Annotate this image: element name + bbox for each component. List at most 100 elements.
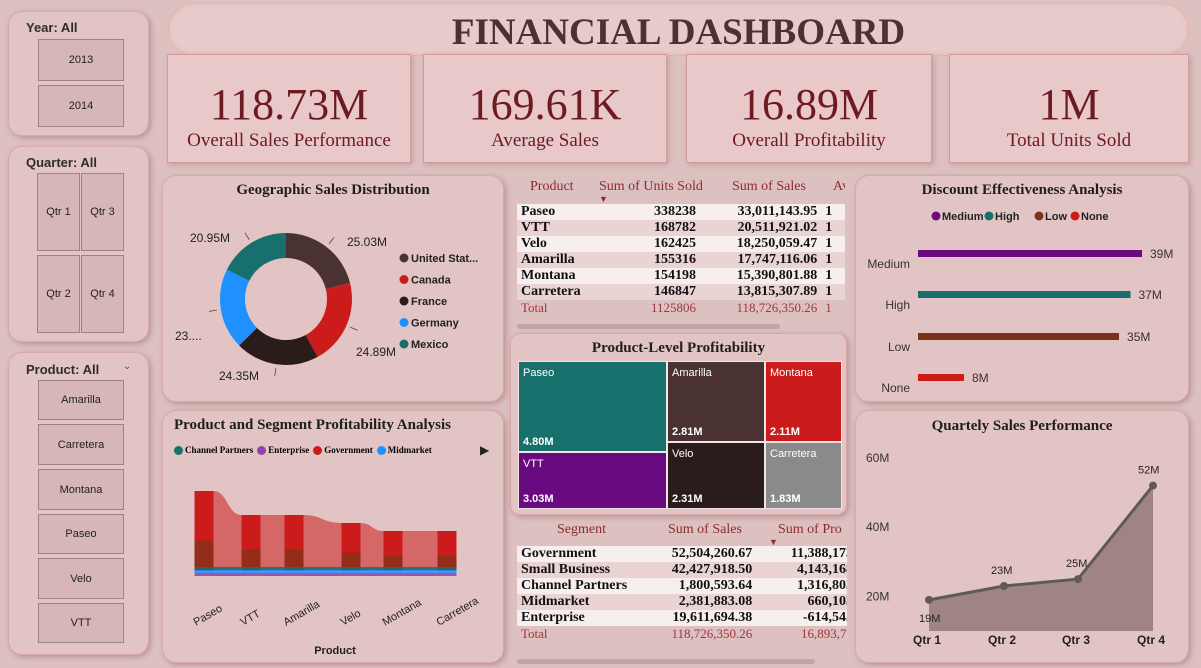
product-option-vtt[interactable]: VTT	[38, 603, 124, 643]
column-header-profit[interactable]: Sum of Pro	[778, 522, 842, 538]
donut-slice[interactable]	[286, 233, 351, 290]
legend-marker	[399, 275, 409, 284]
data-point[interactable]	[1149, 481, 1157, 490]
table-cell: 1	[825, 284, 833, 299]
table-cell: Paseo	[521, 204, 556, 219]
donut-slice[interactable]	[305, 282, 352, 357]
bar[interactable]	[918, 374, 964, 381]
data-point[interactable]	[1074, 575, 1082, 584]
bar[interactable]	[918, 291, 1131, 298]
treemap-tile[interactable]: Velo 2.31M	[667, 442, 765, 509]
table-row[interactable]: Small Business 42,427,918.50 4,143,168	[517, 562, 847, 578]
product-option-montana[interactable]: Montana	[38, 469, 124, 510]
horizontal-scrollbar[interactable]	[517, 659, 815, 664]
quarter-option-qtr4[interactable]: Qtr 4	[81, 255, 124, 333]
quarter-option-qtr3[interactable]: Qtr 3	[81, 173, 124, 251]
data-table: Paseo 338238 33,011,143.95 1 VTT 168782 20,511…	[517, 204, 845, 316]
x-tick-label: Qtr 4	[1137, 633, 1165, 647]
legend-marker	[399, 253, 409, 263]
tile-label: Carretera	[770, 448, 817, 460]
table-cell: 13,815,307.89	[736, 284, 818, 299]
column-header-sales[interactable]: Sum of Sales	[668, 522, 742, 538]
donut-slice[interactable]	[226, 233, 286, 281]
y-tick-label: 60M	[866, 451, 889, 465]
table-row[interactable]: Enterprise 19,611,694.38 -614,545	[517, 610, 847, 626]
table-row[interactable]: Midmarket 2,381,883.08 660,103	[517, 594, 847, 610]
data-label: 25M	[1066, 558, 1087, 570]
column-header-units[interactable]: Sum of Units Sold	[599, 179, 703, 195]
tile-label: Velo	[672, 448, 694, 460]
table-cell: 154198	[653, 268, 696, 283]
quarter-option-qtr2[interactable]: Qtr 2	[37, 255, 80, 333]
ribbon-column-segment[interactable]	[194, 540, 214, 571]
table-row[interactable]: Government 52,504,260.67 11,388,173	[517, 546, 847, 562]
table-cell: 1	[825, 236, 833, 251]
x-tick-label: Paseo	[192, 603, 225, 629]
treemap-tile[interactable]: Amarilla 2.81M	[667, 361, 765, 442]
product-option-velo[interactable]: Velo	[38, 558, 124, 599]
tile-value: 1.83M	[770, 493, 801, 505]
table-cell: 1	[825, 252, 833, 267]
table-cell: 1	[825, 220, 833, 235]
ribbon-chart: Paseo VTT Amarilla Velo Montana Carretera Prod…	[192, 491, 481, 657]
chevron-down-icon[interactable]: ⌄	[123, 361, 131, 372]
data-point[interactable]	[925, 595, 933, 604]
leader-line	[208, 309, 217, 312]
treemap-tile[interactable]: VTT 3.03M	[518, 452, 667, 509]
table-cell: 19,611,694.38	[672, 610, 753, 625]
table-cell: 118,726,350.26	[671, 626, 753, 641]
treemap-tile[interactable]: Paseo 4.80M	[518, 361, 667, 452]
column-header-avg[interactable]: Av	[833, 179, 845, 195]
legend-label: Low	[1045, 211, 1067, 223]
donut-chart: 25.03M 24.89M 24.35M 23.... 20.95M United Sta…	[175, 231, 478, 383]
ribbon	[402, 531, 438, 571]
treemap-tile[interactable]: Carretera 1.83M	[765, 442, 842, 509]
axis-label: Low	[888, 340, 910, 354]
data-label: 20.95M	[190, 231, 230, 245]
table-cell: Total	[521, 626, 548, 641]
column-header-product[interactable]: Product	[530, 179, 574, 195]
x-tick-label: Amarilla	[282, 598, 323, 629]
data-label: 24.35M	[219, 369, 259, 383]
table-row[interactable]: Carretera 146847 13,815,307.89 1	[517, 284, 845, 300]
data-label: 25.03M	[347, 235, 387, 249]
bar[interactable]	[918, 333, 1120, 340]
data-label: 35M	[1127, 330, 1150, 344]
segment-table-body: Government 52,504,260.67 11,388,173 Small B…	[517, 546, 847, 642]
tile-value: 2.81M	[672, 426, 703, 438]
product-option-paseo[interactable]: Paseo	[38, 514, 124, 554]
ribbon	[303, 515, 342, 571]
quarter-option-qtr1[interactable]: Qtr 1	[37, 173, 80, 251]
table-row[interactable]: Montana 154198 15,390,801.88 1	[517, 268, 845, 284]
table-cell: 1125806	[650, 300, 696, 315]
product-option-carretera[interactable]: Carretera	[38, 424, 124, 465]
table-total-row[interactable]: Total 1125806 118,726,350.26 1	[517, 300, 845, 316]
sort-desc-icon[interactable]: ▼	[599, 194, 608, 204]
table-cell: 1	[825, 268, 833, 283]
x-tick-label: Velo	[339, 607, 364, 628]
table-cell: 4,143,168	[797, 562, 847, 577]
axis-label: None	[881, 381, 910, 395]
product-option-amarilla[interactable]: Amarilla	[38, 380, 124, 420]
table-cell: Total	[521, 300, 548, 315]
table-row[interactable]: Paseo 338238 33,011,143.95 1	[517, 204, 845, 220]
bar[interactable]	[918, 250, 1142, 257]
table-row[interactable]: Velo 162425 18,250,059.47 1	[517, 236, 845, 252]
data-label: 23....	[175, 329, 202, 343]
column-header-segment[interactable]: Segment	[557, 522, 606, 538]
product-slicer: Product: All ⌄ Amarilla Carretera Montan…	[8, 352, 149, 655]
table-row[interactable]: Amarilla 155316 17,747,116.06 1	[517, 252, 845, 268]
table-total-row[interactable]: Total 118,726,350.26 16,893,70	[517, 626, 847, 642]
treemap-tile[interactable]: Montana 2.11M	[765, 361, 842, 442]
tile-label: VTT	[523, 458, 544, 470]
tile-label: Paseo	[523, 367, 555, 379]
year-option-2014[interactable]: 2014	[38, 85, 124, 127]
table-row[interactable]: Channel Partners 1,800,593.64 1,316,803	[517, 578, 847, 594]
data-point[interactable]	[1000, 582, 1008, 590]
year-option-2013[interactable]: 2013	[38, 39, 124, 81]
horizontal-scrollbar[interactable]	[517, 324, 780, 329]
segment-table-visual: Segment Sum of Sales Sum of Pro ▼ Govern…	[515, 519, 847, 667]
y-tick-label: 40M	[866, 520, 889, 534]
table-row[interactable]: VTT 168782 20,511,921.02 1	[517, 220, 845, 236]
column-header-sales[interactable]: Sum of Sales	[732, 179, 806, 195]
